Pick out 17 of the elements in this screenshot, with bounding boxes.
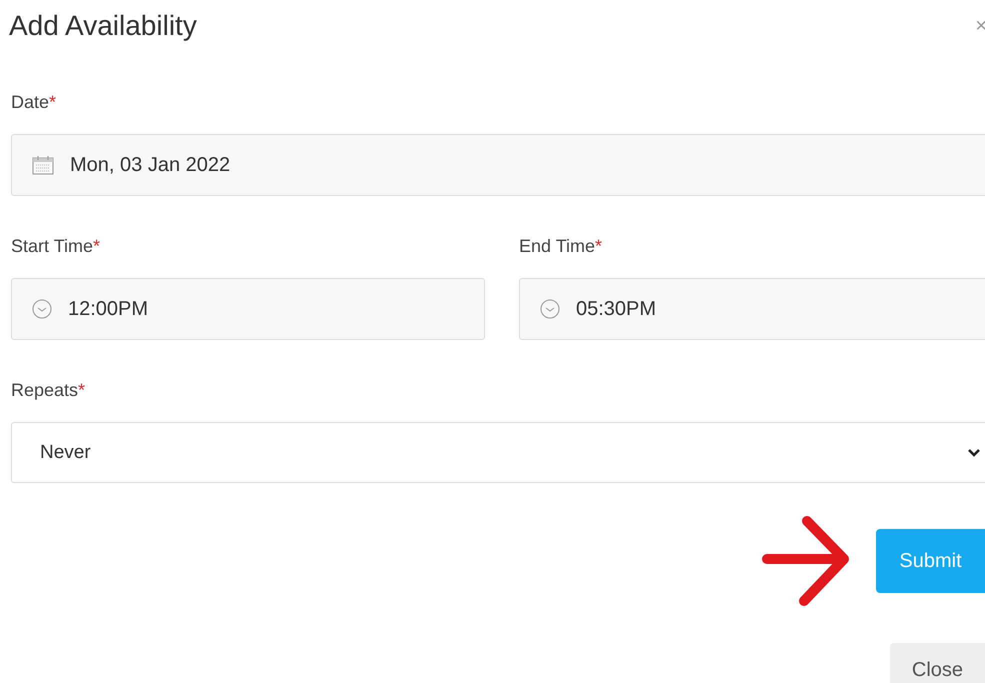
field-label: Repeats* (11, 380, 86, 401)
field-label: End Time* (519, 236, 604, 257)
field-value: 12:00PM (68, 298, 148, 320)
field-label: Date* (11, 92, 58, 113)
clock-icon (32, 299, 52, 319)
date-field[interactable]: Mon, 03 Jan 2022 (11, 134, 985, 196)
time-field[interactable]: 05:30PM (519, 278, 985, 340)
close-button[interactable]: Close (890, 643, 985, 683)
field-value: Mon, 03 Jan 2022 (70, 154, 230, 176)
time-field[interactable]: 12:00PM (11, 278, 485, 340)
repeats-dropdown[interactable]: Never (11, 422, 985, 483)
clock-icon (540, 299, 560, 319)
chevron-down-icon (967, 448, 981, 458)
field-label: Start Time* (11, 236, 102, 257)
calendar-icon (32, 155, 54, 175)
dialog-title: Add Availability (9, 10, 197, 42)
field-value: 05:30PM (576, 298, 656, 320)
